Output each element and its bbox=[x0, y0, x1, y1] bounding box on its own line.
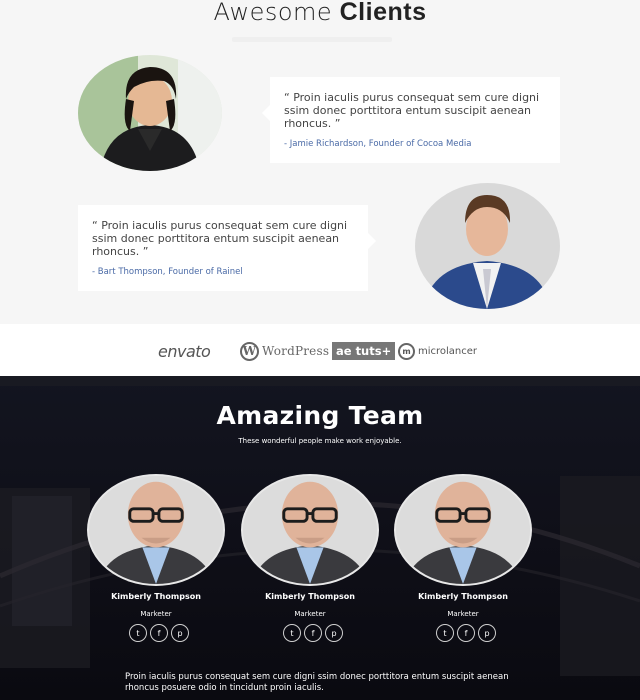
team-member-photo bbox=[241, 474, 379, 586]
testimonial-card-2: “ Proin iaculis purus consequat sem cure… bbox=[78, 205, 376, 291]
pinterest-icon[interactable]: p bbox=[325, 624, 343, 642]
team-member-role: Marketer bbox=[140, 610, 172, 618]
team-member-photo bbox=[394, 474, 532, 586]
envato-logo-text: envato bbox=[158, 341, 211, 361]
partner-logos-strip: envato W WordPress ae tuts+ m microlance… bbox=[0, 324, 640, 376]
testimonial-quote: “ Proin iaculis purus consequat sem cure… bbox=[92, 219, 348, 258]
envato-logo[interactable]: envato bbox=[158, 340, 211, 362]
facebook-icon[interactable]: f bbox=[304, 624, 322, 642]
clients-heading-thin: Awesome bbox=[213, 0, 333, 26]
wordpress-logo-text: WordPress bbox=[262, 344, 330, 358]
microlancer-icon: m bbox=[398, 342, 415, 360]
twitter-icon[interactable]: t bbox=[436, 624, 454, 642]
clients-heading: Awesome Clients bbox=[0, 0, 640, 27]
clients-subtitle-placeholder bbox=[232, 37, 392, 42]
client-photo-man bbox=[415, 183, 560, 309]
team-heading: Amazing Team bbox=[216, 401, 424, 430]
testimonial-author: - Jamie Richardson, Founder of Cocoa Med… bbox=[284, 139, 472, 149]
twitter-icon[interactable]: t bbox=[129, 624, 147, 642]
team-member-photo bbox=[87, 474, 225, 586]
pinterest-icon[interactable]: p bbox=[171, 624, 189, 642]
clients-heading-bold: Clients bbox=[339, 0, 427, 26]
wordpress-icon: W bbox=[240, 341, 259, 361]
team-member-socials: t f p bbox=[283, 624, 343, 642]
microlancer-logo[interactable]: m microlancer bbox=[398, 340, 477, 362]
testimonial-arrow bbox=[262, 105, 270, 121]
twitter-icon[interactable]: t bbox=[283, 624, 301, 642]
team-member-name: Kimberly Thompson bbox=[418, 592, 508, 601]
tuts-logo[interactable]: ae tuts+ bbox=[332, 342, 396, 360]
facebook-icon[interactable]: f bbox=[150, 624, 168, 642]
pinterest-icon[interactable]: p bbox=[478, 624, 496, 642]
team-member-role: Marketer bbox=[447, 610, 479, 618]
testimonial-card-1: “ Proin iaculis purus consequat sem cure… bbox=[262, 77, 560, 163]
facebook-icon[interactable]: f bbox=[457, 624, 475, 642]
wordpress-logo[interactable]: W WordPress bbox=[240, 340, 329, 362]
client-photo-woman bbox=[78, 55, 222, 171]
clients-section: Awesome Clients “ Proin iaculis purus co… bbox=[0, 0, 640, 324]
testimonial-author: - Bart Thompson, Founder of Rainel bbox=[92, 267, 243, 277]
team-description: Proin iaculis purus consequat sem cure d… bbox=[125, 672, 509, 693]
microlancer-logo-text: microlancer bbox=[418, 345, 478, 357]
team-member-socials: t f p bbox=[129, 624, 189, 642]
testimonial-arrow bbox=[368, 233, 376, 249]
team-member-socials: t f p bbox=[436, 624, 496, 642]
team-member-name: Kimberly Thompson bbox=[111, 592, 201, 601]
team-member-name: Kimberly Thompson bbox=[265, 592, 355, 601]
team-subheading: These wonderful people make work enjoyab… bbox=[238, 437, 402, 445]
testimonial-quote: “ Proin iaculis purus consequat sem cure… bbox=[284, 91, 540, 130]
team-section: Amazing Team These wonderful people make… bbox=[0, 376, 640, 700]
team-member-role: Marketer bbox=[294, 610, 326, 618]
tuts-logo-text: ae tuts+ bbox=[336, 344, 392, 358]
